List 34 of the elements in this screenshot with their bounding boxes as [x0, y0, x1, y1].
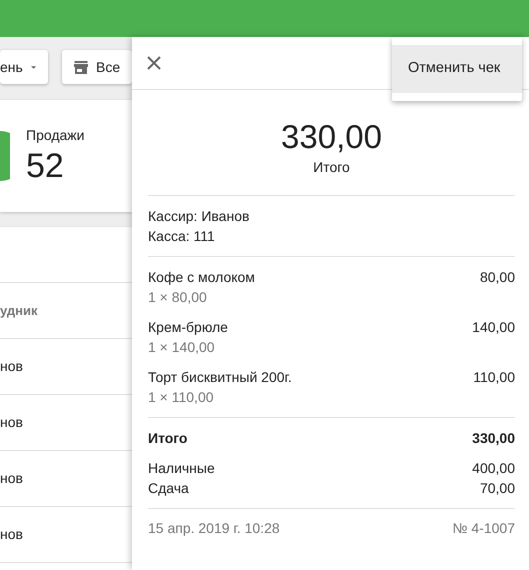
stat-value: 52 — [26, 146, 65, 187]
table-cell-text: нов — [0, 413, 23, 432]
item-name: Кофе с молоком — [148, 268, 255, 287]
item-amount: 140,00 — [472, 318, 515, 337]
column-header: удник — [0, 302, 38, 320]
payment-label: Наличные — [148, 459, 215, 478]
info-text: Касса: 111 — [148, 227, 216, 246]
item-amount: 80,00 — [480, 268, 515, 287]
table-cell-text: нов — [0, 357, 23, 376]
item-detail: 1 × 80,00 — [148, 288, 208, 307]
stat-label: Продажи — [26, 126, 84, 146]
item-name: Торт бисквитный 200г. — [148, 368, 292, 387]
table-cell-text: нов — [0, 525, 23, 544]
item-detail: 1 × 110,00 — [148, 388, 215, 407]
total-amount: 330,00 — [280, 117, 383, 157]
close-icon[interactable] — [146, 55, 162, 71]
filter-button[interactable]: Все — [62, 50, 132, 84]
item-name: Крем-брюле — [148, 318, 228, 337]
summary-label: Итого — [148, 429, 188, 448]
payment-amount: 400,00 — [472, 459, 515, 478]
item-amount: 110,00 — [473, 368, 515, 387]
menu-item[interactable]: Отменить чек — [392, 45, 522, 93]
table-cell-text: нов — [0, 469, 23, 488]
summary-amount: 330,00 — [472, 429, 515, 448]
store-icon — [74, 60, 88, 74]
receipt-date: 15 апр. 2019 г. 10:28 — [148, 519, 280, 538]
total-label: Итого — [312, 158, 351, 177]
dropdown-button[interactable]: ень — [0, 50, 48, 84]
item-detail: 1 × 140,00 — [148, 338, 216, 357]
info-text: Кассир: Иванов — [148, 207, 250, 226]
payment-label: Сдача — [148, 479, 189, 498]
payment-amount: 70,00 — [480, 479, 515, 498]
receipt-number: № 4-1007 — [452, 519, 515, 538]
caret-icon — [30, 64, 36, 70]
